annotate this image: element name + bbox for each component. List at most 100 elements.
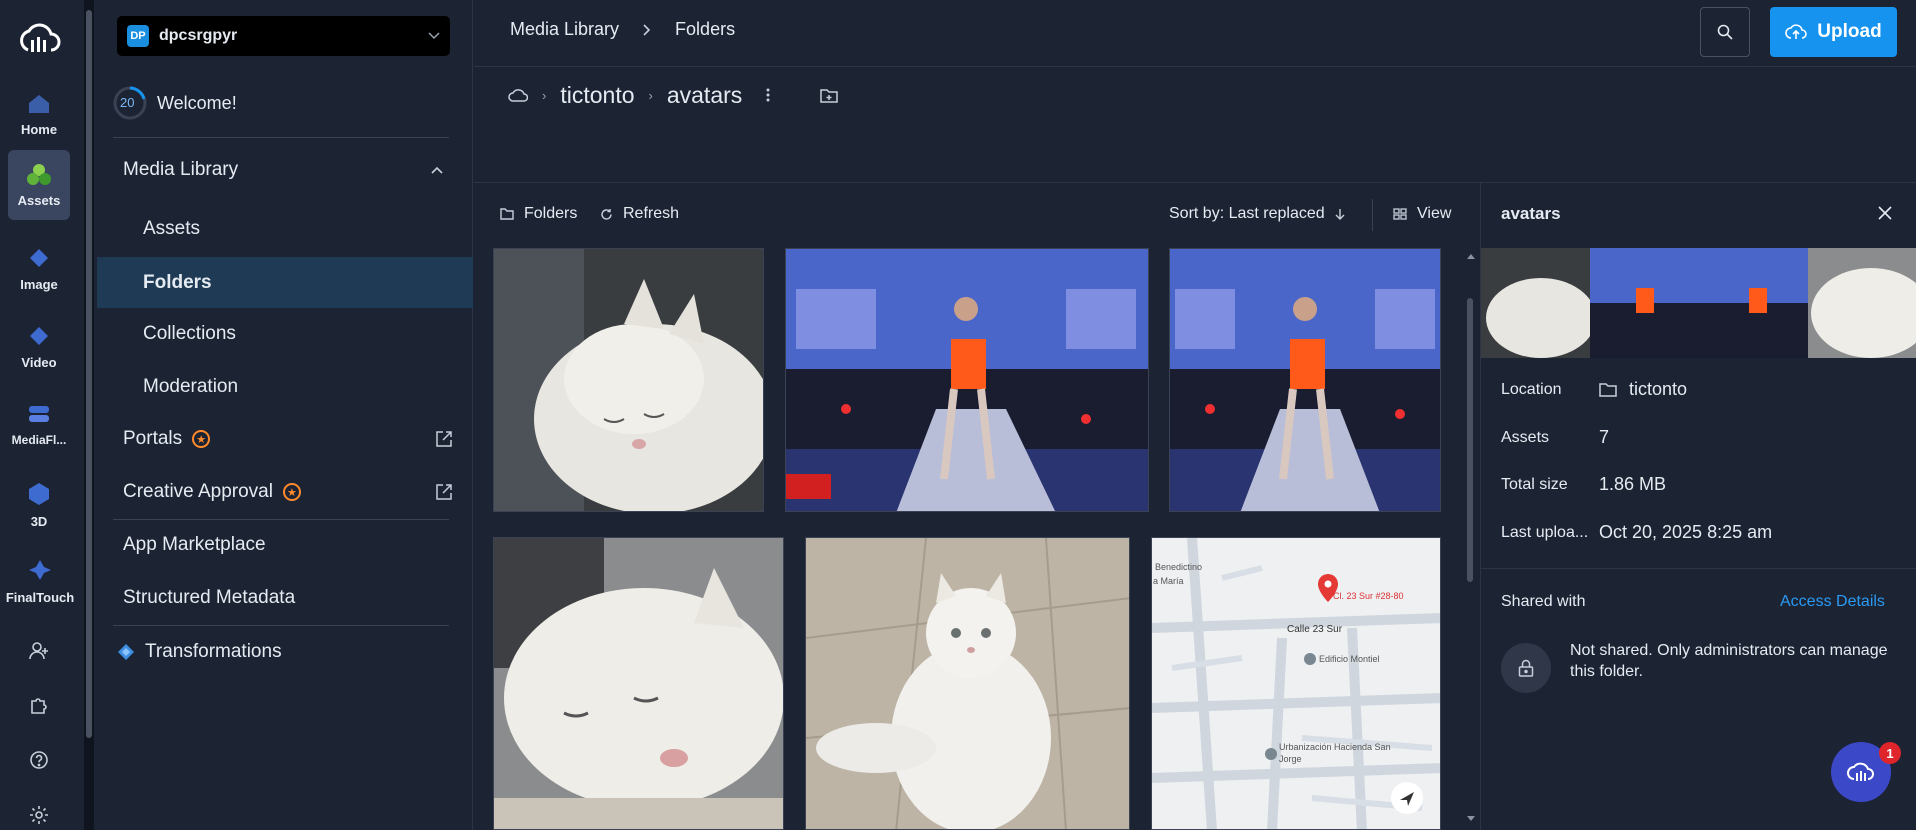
nav-portals[interactable]: Portals ★	[97, 422, 473, 456]
nav-media-library[interactable]: Media Library	[97, 153, 473, 187]
access-details-link[interactable]: Access Details	[1780, 593, 1885, 611]
welcome-progress-value: 20	[120, 95, 135, 110]
nav-folders[interactable]: Folders	[97, 257, 473, 308]
more-vertical-icon[interactable]	[766, 88, 770, 102]
sort-dropdown[interactable]: Sort by: Last replaced	[1169, 205, 1345, 223]
view-label: View	[1417, 205, 1452, 222]
nav-assets[interactable]: Assets	[97, 212, 473, 246]
add-user-icon[interactable]	[24, 636, 54, 666]
map-label-place2: Urbanización Hacienda San Jorge	[1279, 742, 1391, 764]
asset-thumbnail[interactable]	[785, 248, 1149, 512]
rail-finaltouch[interactable]: FinalTouch	[5, 546, 75, 616]
nav-creative-approval[interactable]: Creative Approval ★	[97, 475, 473, 509]
assets-label: Assets	[1501, 429, 1550, 446]
folder-icon	[1599, 383, 1617, 397]
nav-assets-label: Assets	[143, 218, 201, 239]
rail-mediaflows[interactable]: MediaFl...	[8, 390, 70, 460]
finaltouch-icon	[29, 559, 51, 580]
rail-video[interactable]: Video	[8, 312, 70, 382]
premium-star-icon: ★	[192, 430, 211, 448]
map-label-pin: Cl. 23 Sur #28-80	[1333, 591, 1404, 601]
cloudinary-logo[interactable]	[16, 20, 62, 56]
nav-app-marketplace-label: App Marketplace	[123, 534, 266, 555]
extensions-icon[interactable]	[24, 690, 54, 720]
location-value: tictonto	[1629, 379, 1688, 399]
cloud-icon[interactable]	[508, 88, 528, 102]
rail-home[interactable]: Home	[8, 80, 70, 150]
nav-creative-approval-label: Creative Approval	[123, 481, 273, 502]
nav-transformations[interactable]: Transformations	[97, 635, 473, 669]
video-icon	[30, 326, 48, 345]
close-icon[interactable]	[1878, 206, 1892, 220]
3d-icon	[29, 482, 49, 505]
divider	[1481, 568, 1916, 569]
account-selector[interactable]: DP dpcsrgpyr	[117, 16, 450, 56]
rail-mediaflows-label: MediaFl...	[11, 433, 67, 447]
cloud-upload-icon	[1785, 24, 1808, 39]
breadcrumb-folders[interactable]: Folders	[675, 19, 735, 40]
total-size-value: 1.86 MB	[1599, 474, 1667, 494]
home-icon	[29, 94, 49, 113]
rail-finaltouch-label: FinalTouch	[5, 589, 75, 605]
folders-toggle-label: Folders	[524, 205, 578, 222]
refresh-button[interactable]: Refresh	[600, 205, 679, 223]
rail-home-label: Home	[20, 121, 58, 137]
breadcrumb-media-library[interactable]: Media Library	[510, 19, 619, 40]
notification-badge: 1	[1879, 742, 1901, 764]
chevron-up-icon	[431, 166, 443, 174]
path-root[interactable]: tictonto	[560, 82, 634, 109]
welcome-label: Welcome!	[157, 92, 237, 113]
nav-structured-metadata[interactable]: Structured Metadata	[97, 581, 473, 615]
location-value-link[interactable]: tictonto	[1599, 379, 1687, 400]
last-upload-value: Oct 20, 2025 8:25 am	[1599, 522, 1773, 542]
grid-scrollbar-thumb[interactable]	[1467, 298, 1473, 582]
external-link-icon	[436, 431, 452, 447]
nav-media-library-label: Media Library	[123, 159, 239, 180]
upload-button[interactable]: Upload	[1770, 7, 1897, 57]
nav-transformations-label: Transformations	[145, 641, 282, 662]
scroll-down-icon[interactable]	[1467, 816, 1475, 821]
arrow-down-icon	[1335, 209, 1345, 220]
folders-toggle[interactable]: Folders	[500, 205, 577, 223]
stage-performer-image	[786, 249, 1148, 511]
cat-image	[806, 538, 1129, 829]
chevron-down-icon	[428, 32, 440, 40]
search-icon	[1717, 24, 1733, 40]
asset-thumbnail[interactable]	[805, 537, 1130, 830]
divider	[1372, 199, 1373, 231]
help-icon[interactable]	[24, 745, 54, 775]
nav-collections[interactable]: Collections	[97, 317, 473, 351]
nav-moderation[interactable]: Moderation	[97, 370, 473, 404]
rail-assets-label: Assets	[17, 192, 61, 208]
map-label-place1: Edificio Montiel	[1319, 654, 1380, 664]
map-label-street: Calle 23 Sur	[1287, 624, 1343, 635]
nav-app-marketplace[interactable]: App Marketplace	[97, 528, 473, 562]
map-image	[1152, 538, 1440, 829]
rail-assets[interactable]: Assets	[8, 150, 70, 220]
asset-thumbnail[interactable]	[493, 248, 764, 512]
view-button[interactable]: View	[1393, 205, 1451, 223]
search-button[interactable]	[1700, 7, 1750, 57]
upload-label: Upload	[1817, 21, 1882, 42]
asset-thumbnail[interactable]	[1169, 248, 1441, 512]
asset-thumbnail[interactable]	[493, 537, 784, 830]
nav-structured-metadata-label: Structured Metadata	[123, 587, 296, 608]
rail-3d[interactable]: 3D	[8, 470, 70, 540]
rail-image-label: Image	[20, 276, 58, 292]
sort-label: Sort by: Last replaced	[1169, 205, 1325, 222]
nav-collections-label: Collections	[143, 323, 236, 344]
rail-image[interactable]: Image	[8, 234, 70, 304]
cloudinary-logo-icon	[1847, 762, 1874, 781]
stage-performer-image	[1170, 249, 1440, 511]
new-folder-icon[interactable]	[820, 88, 839, 103]
welcome-row[interactable]: 20 Welcome!	[113, 86, 489, 120]
asset-thumbnail-map[interactable]: Cl. 23 Sur #28-80 Calle 23 Sur Edificio …	[1151, 537, 1441, 830]
details-panel: avatars Location tictonto Assets 7 Total…	[1480, 182, 1916, 830]
rail-scrollbar-thumb[interactable]	[86, 10, 92, 738]
settings-icon[interactable]	[24, 800, 54, 830]
map-label-corner1: Benedictino	[1155, 562, 1203, 572]
external-link-icon	[436, 484, 452, 500]
chevron-right-icon: ›	[542, 87, 547, 103]
lock-badge	[1501, 643, 1551, 693]
scroll-up-icon[interactable]	[1467, 254, 1475, 259]
